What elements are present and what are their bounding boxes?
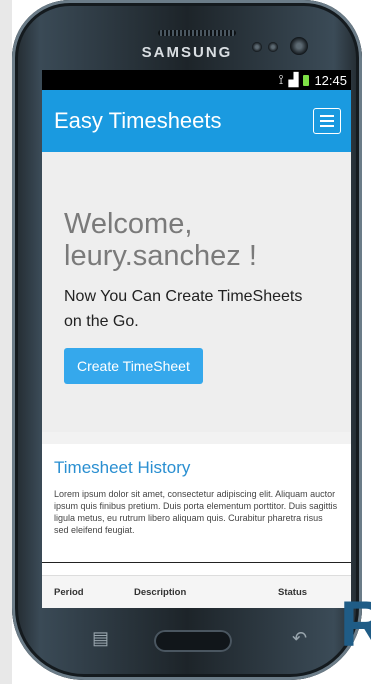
phone-screen: ⟟ ▟ 12:45 Easy Timesheets Welcome, leury… [42,70,351,608]
column-header-period[interactable]: Period [54,587,84,598]
welcome-tagline: Now You Can Create TimeSheets on the Go. [64,284,329,334]
column-header-status[interactable]: Status [278,587,307,598]
battery-icon [303,74,310,86]
hamburger-menu-icon[interactable] [313,108,341,134]
menu-key-icon[interactable]: ▤ [92,628,109,649]
cropped-letter: R [340,588,371,660]
back-key-icon[interactable]: ↶ [292,628,307,649]
tagline-line-1: Now You Can Create TimeSheets [64,288,303,305]
history-table-header: Period Description Status [42,575,351,608]
sensor-icon [268,42,278,52]
welcome-section: Welcome, leury.sanchez ! Now You Can Cre… [42,152,351,432]
background [0,0,12,684]
welcome-greeting: Welcome, [64,208,193,240]
tagline-line-2: on the Go. [64,313,139,330]
history-title: Timesheet History [54,458,191,477]
wifi-icon: ⟟ [278,72,284,87]
device-brand: SAMSUNG [141,44,233,61]
app-title: Easy Timesheets [54,108,222,133]
signal-icon: ▟ [288,72,299,87]
app-bar: Easy Timesheets [42,90,351,152]
phone-frame: SAMSUNG ⟟ ▟ 12:45 Easy Timesheets Welcom… [12,0,362,680]
welcome-heading: Welcome, leury.sanchez ! [64,208,329,272]
speaker-grille [158,30,236,36]
column-header-description[interactable]: Description [134,587,186,598]
sensor-icon [252,42,262,52]
create-timesheet-button[interactable]: Create TimeSheet [64,348,203,384]
history-description: Lorem ipsum dolor sit amet, consectetur … [54,489,338,535]
home-button[interactable] [154,630,232,652]
welcome-username: leury.sanchez ! [64,240,257,272]
divider [42,562,351,563]
front-camera-icon [290,37,308,55]
status-bar: ⟟ ▟ 12:45 [42,70,351,90]
status-time: 12:45 [314,72,347,88]
